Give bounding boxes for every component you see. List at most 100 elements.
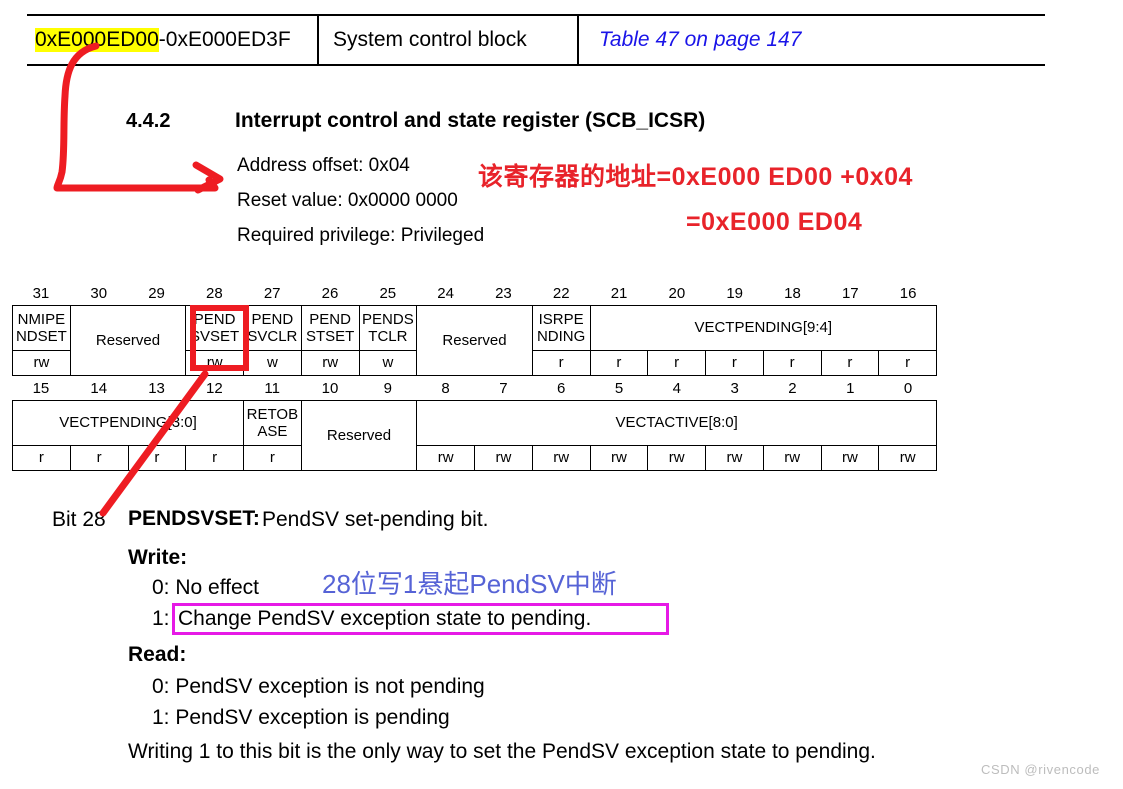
memory-region-description: System control block: [319, 16, 579, 64]
bit-number: 23: [495, 285, 512, 302]
write-value-0: 0: No effect: [152, 576, 260, 599]
bitfield-access-cell: r: [705, 350, 764, 376]
bit-number: 17: [841, 285, 859, 302]
bitfield-name-cell: VECTPENDING[9:4]: [589, 305, 937, 351]
bit-number: 16: [899, 285, 917, 302]
bitfield-name-cell: VECTPENDING[3:0]: [12, 400, 244, 446]
register-bitfield-table-low: 15 14 13 12 11 10 9 8 7 6 5 4 3 2 1 0 VECTPENDING[3:0] R…: [12, 378, 937, 471]
highlighted-base-address: 0xE000ED00: [35, 28, 159, 52]
bitfield-access-cell: rw: [185, 350, 244, 376]
address-offset-line: Address offset: 0x04: [237, 155, 410, 176]
bitfield-name-cell: VECTACTIVE[8:0]: [416, 400, 937, 446]
address-range-cell: 0xE000ED00 -0xE000ED3F: [27, 16, 319, 64]
bitfield-grid-high: NMIPE NDSET Reserved PEND SVSET PEND SVCLR PEND…: [12, 305, 937, 376]
bitfield-access-cell: r: [647, 350, 706, 376]
bit-number: 15: [32, 380, 50, 397]
bitfield-access-cell: rw: [589, 445, 649, 471]
bitfield-access-cell: rw: [531, 445, 591, 471]
field-note-text: Writing 1 to this bit is the only way to…: [128, 740, 876, 763]
bit-number: 21: [610, 285, 628, 302]
bit-number: 0: [903, 380, 913, 397]
bit-number: 9: [383, 380, 392, 397]
bit-number: 6: [557, 380, 566, 397]
reset-value-line: Reset value: 0x0000 0000: [237, 190, 458, 211]
bitfield-access-cell: rw: [474, 445, 533, 471]
bit-number: 14: [90, 380, 108, 397]
bitfield-name-cell: ISRPE NDING: [531, 305, 591, 351]
bitfield-access-cell: rw: [12, 350, 71, 376]
bit-number-row-low: 15 14 13 12 11 10 9 8 7 6 5 4 3 2 1 0: [12, 378, 937, 400]
register-bitfield-table-high: 31 30 29 28 27 26 25 24 23 22 21 20 19 18 17 16 NMIPE ND…: [12, 283, 937, 376]
write-section-label: Write:: [128, 546, 188, 569]
bit-number: 29: [148, 285, 165, 302]
bitfield-access-cell: rw: [762, 445, 822, 471]
bitfield-name-cell: PEND SVSET: [185, 305, 244, 351]
bit-number: 1: [846, 380, 855, 397]
red-annotation-line-2: =0xE000 ED04: [686, 208, 863, 236]
write-value-1-text: Change PendSV exception state to pending…: [178, 607, 592, 630]
bitfield-access-cell: r: [820, 350, 880, 376]
bitfield-access-cell: r: [589, 350, 649, 376]
bitfield-access-cell: rw: [647, 445, 706, 471]
bitfield-name-cell: NMIPE NDSET: [12, 305, 71, 351]
bit-number: 5: [614, 380, 624, 397]
bit-number: 25: [379, 285, 397, 302]
field-name-label: PENDSVSET:: [128, 507, 260, 530]
bit-number: 11: [264, 380, 280, 397]
bitfield-access-cell: r: [69, 445, 129, 471]
bit-number: 4: [672, 380, 682, 397]
bitfield-access-cell: w: [243, 350, 302, 376]
field-name-row-low: VECTPENDING[3:0] RETOB ASE Reserved VECTACTI…: [12, 400, 937, 471]
bit-number: 2: [788, 380, 797, 397]
bit-number: 12: [206, 380, 223, 397]
section-number: 4.4.2: [126, 110, 171, 132]
read-value-0: 0: PendSV exception is not pending: [152, 675, 485, 698]
bit-number: 31: [32, 285, 50, 302]
field-name-row-high: NMIPE NDSET Reserved PEND SVSET PEND SVCLR PEND…: [12, 305, 937, 376]
bitfield-access-cell: w: [358, 350, 418, 376]
section-title: Interrupt control and state register (SC…: [235, 109, 706, 132]
bit-number: 27: [263, 285, 281, 302]
watermark-label: CSDN @rivencode: [980, 762, 1100, 777]
write-value-1-number: 1:: [152, 607, 170, 630]
bit-number: 13: [148, 380, 165, 397]
bitfield-access-cell: r: [243, 445, 302, 471]
read-section-label: Read:: [128, 643, 187, 666]
bitfield-access-cell: rw: [300, 350, 360, 376]
required-privilege-line: Required privilege: Privileged: [237, 225, 485, 246]
bitfield-grid-low: VECTPENDING[3:0] RETOB ASE Reserved VECTACTI…: [12, 400, 937, 471]
bit-number: 20: [668, 285, 686, 302]
bit-number: 26: [321, 285, 339, 302]
bit-number-row-high: 31 30 29 28 27 26 25 24 23 22 21 20 19 18 17 16: [12, 283, 937, 305]
bitfield-access-cell: rw: [820, 445, 880, 471]
bitfield-name-cell: PENDS TCLR: [358, 305, 418, 351]
table-cross-reference-link[interactable]: Table 47 on page 147: [579, 16, 1045, 64]
bitfield-access-cell: rw: [878, 445, 937, 471]
bit-number: 18: [784, 285, 801, 302]
curved-red-arrow-head: [192, 161, 224, 194]
bitfield-name-cell: Reserved: [416, 305, 533, 376]
bit-number: 3: [730, 380, 739, 397]
memory-map-table-row: 0xE000ED00 -0xE000ED3F System control blo…: [27, 14, 1045, 66]
bitfield-access-cell: rw: [705, 445, 764, 471]
bitfield-access-cell: r: [12, 445, 71, 471]
bit-number: 10: [321, 380, 339, 397]
bitfield-access-cell: rw: [416, 445, 475, 471]
address-range-suffix: -0xE000ED3F: [158, 28, 291, 51]
bitfield-name-cell: RETOB ASE: [243, 400, 302, 446]
bitfield-name-cell: Reserved: [69, 305, 187, 376]
read-value-1: 1: PendSV exception is pending: [152, 706, 450, 729]
bit-number: 22: [552, 285, 570, 302]
bit-number: 8: [441, 380, 450, 397]
blue-annotation-note: 28位写1悬起PendSV中断: [322, 569, 617, 599]
red-annotation-line-1: 该寄存器的地址=0xE000 ED00 +0x04: [478, 163, 913, 191]
bit-number: 30: [90, 285, 108, 302]
bitfield-access-cell: r: [185, 445, 244, 471]
field-summary-text: PendSV set-pending bit.: [262, 508, 489, 531]
bitfield-name-cell: PEND SVCLR: [243, 305, 302, 351]
bit-number: 24: [437, 285, 454, 302]
bit-number: 28: [206, 285, 223, 302]
field-access-row-low: r r r r r rw rw rw rw rw rw rw rw rw: [12, 445, 937, 471]
bitfield-access-cell: r: [127, 445, 187, 471]
bit-number-label: Bit 28: [52, 508, 106, 531]
